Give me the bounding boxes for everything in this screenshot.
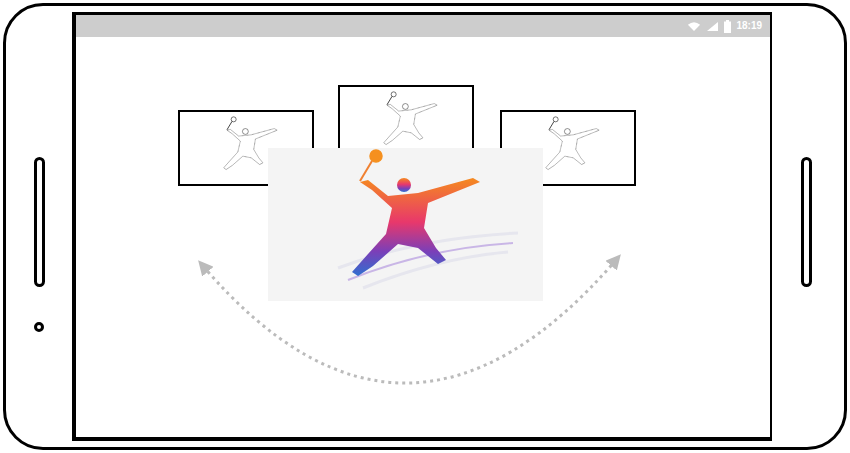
status-time: 18:19 [736,20,762,32]
wifi-icon [687,21,701,32]
swipe-arrow-icon [76,37,770,427]
signal-icon [706,21,719,32]
badminton-sketch-icon [344,91,468,155]
right-bezel [772,6,844,447]
badminton-player-photo [268,148,543,301]
carousel[interactable] [76,37,770,437]
carousel-slide-active[interactable] [268,148,543,301]
left-bezel [6,6,72,447]
screen: 18:19 [72,12,772,441]
side-button[interactable] [801,157,812,287]
battery-icon [724,20,731,33]
status-bar: 18:19 [76,15,770,37]
camera-dot [34,322,44,332]
side-button[interactable] [34,157,45,287]
page: 18:19 [0,0,850,453]
tablet-frame: 18:19 [3,3,847,450]
